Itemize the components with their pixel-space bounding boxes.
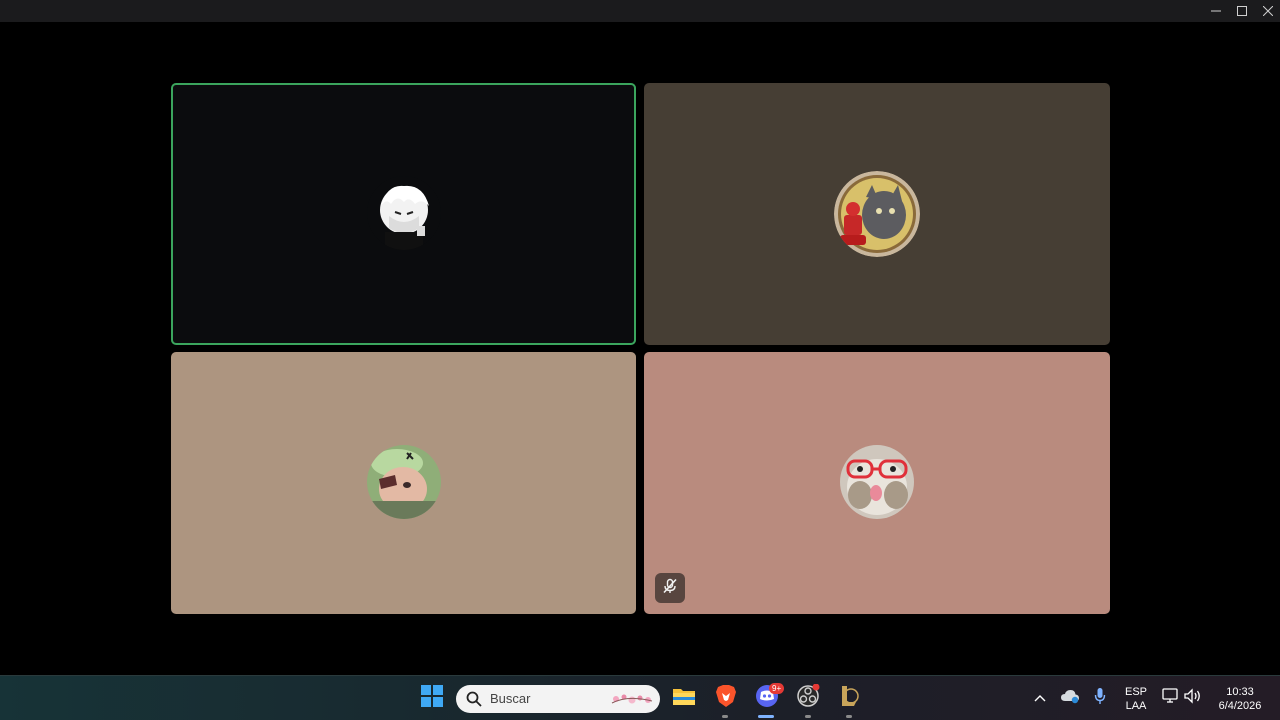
keyboard-layout: LAA (1125, 700, 1147, 712)
brave-running-indicator (722, 715, 728, 718)
participant-avatar (367, 445, 441, 519)
search-icon (466, 691, 482, 712)
clock-date: 6/4/2026 (1218, 700, 1262, 712)
call-stage (0, 22, 1280, 675)
taskbar-discord[interactable]: 9+ (753, 683, 785, 711)
discord-notification-badge: 9+ (769, 683, 785, 694)
minimize-icon (1211, 6, 1221, 16)
participant-avatar (367, 176, 441, 250)
search-placeholder: Buscar (490, 691, 531, 706)
taskbar-file-explorer[interactable] (672, 686, 696, 710)
clock-time: 10:33 (1226, 686, 1254, 698)
network-tray[interactable] (1161, 687, 1181, 709)
file-explorer-icon (672, 685, 696, 712)
monitor-network-icon (1162, 687, 1180, 709)
start-button[interactable] (420, 684, 444, 712)
search-highlight-icon (608, 689, 654, 714)
microphone-icon (1094, 687, 1106, 710)
obs-running-indicator (805, 715, 811, 718)
participant-tile[interactable] (644, 352, 1110, 614)
cloud-icon (1060, 688, 1080, 709)
close-button[interactable] (1255, 0, 1280, 22)
obs-icon (796, 683, 820, 713)
league-client-icon (838, 684, 860, 713)
language-code: ESP (1124, 686, 1147, 698)
onedrive-tray[interactable] (1059, 688, 1081, 708)
minimize-button[interactable] (1203, 0, 1229, 22)
close-icon (1263, 6, 1273, 16)
chevron-up-icon (1034, 689, 1046, 707)
brave-browser-icon (715, 684, 737, 713)
maximize-button[interactable] (1229, 0, 1255, 22)
participant-avatar (840, 445, 914, 519)
league-running-indicator (846, 715, 852, 718)
taskbar-league-client[interactable] (837, 685, 861, 711)
windows-taskbar: Buscar 9+ ESP LAA 10:33 6/4/2026 (0, 675, 1280, 720)
maximize-icon (1237, 6, 1247, 16)
discord-running-indicator (758, 715, 774, 718)
taskbar-search[interactable]: Buscar (456, 685, 660, 713)
clock[interactable]: 10:33 6/4/2026 (1210, 685, 1270, 713)
input-language-indicator[interactable]: ESP LAA (1120, 685, 1152, 713)
taskbar-brave[interactable] (714, 684, 738, 713)
participant-tile[interactable] (171, 352, 636, 614)
windows-start-icon (421, 684, 443, 712)
window-titlebar (0, 0, 1280, 22)
participant-tile[interactable] (171, 83, 636, 345)
participant-avatar (834, 171, 920, 257)
volume-tray[interactable] (1183, 687, 1203, 709)
taskbar-obs[interactable] (795, 683, 821, 713)
speaker-icon (1184, 687, 1202, 709)
microphone-muted-icon (662, 578, 678, 599)
show-hidden-icons-button[interactable] (1031, 689, 1049, 707)
muted-indicator (655, 573, 685, 603)
microphone-tray[interactable] (1091, 687, 1109, 710)
participant-tile[interactable] (644, 83, 1110, 345)
